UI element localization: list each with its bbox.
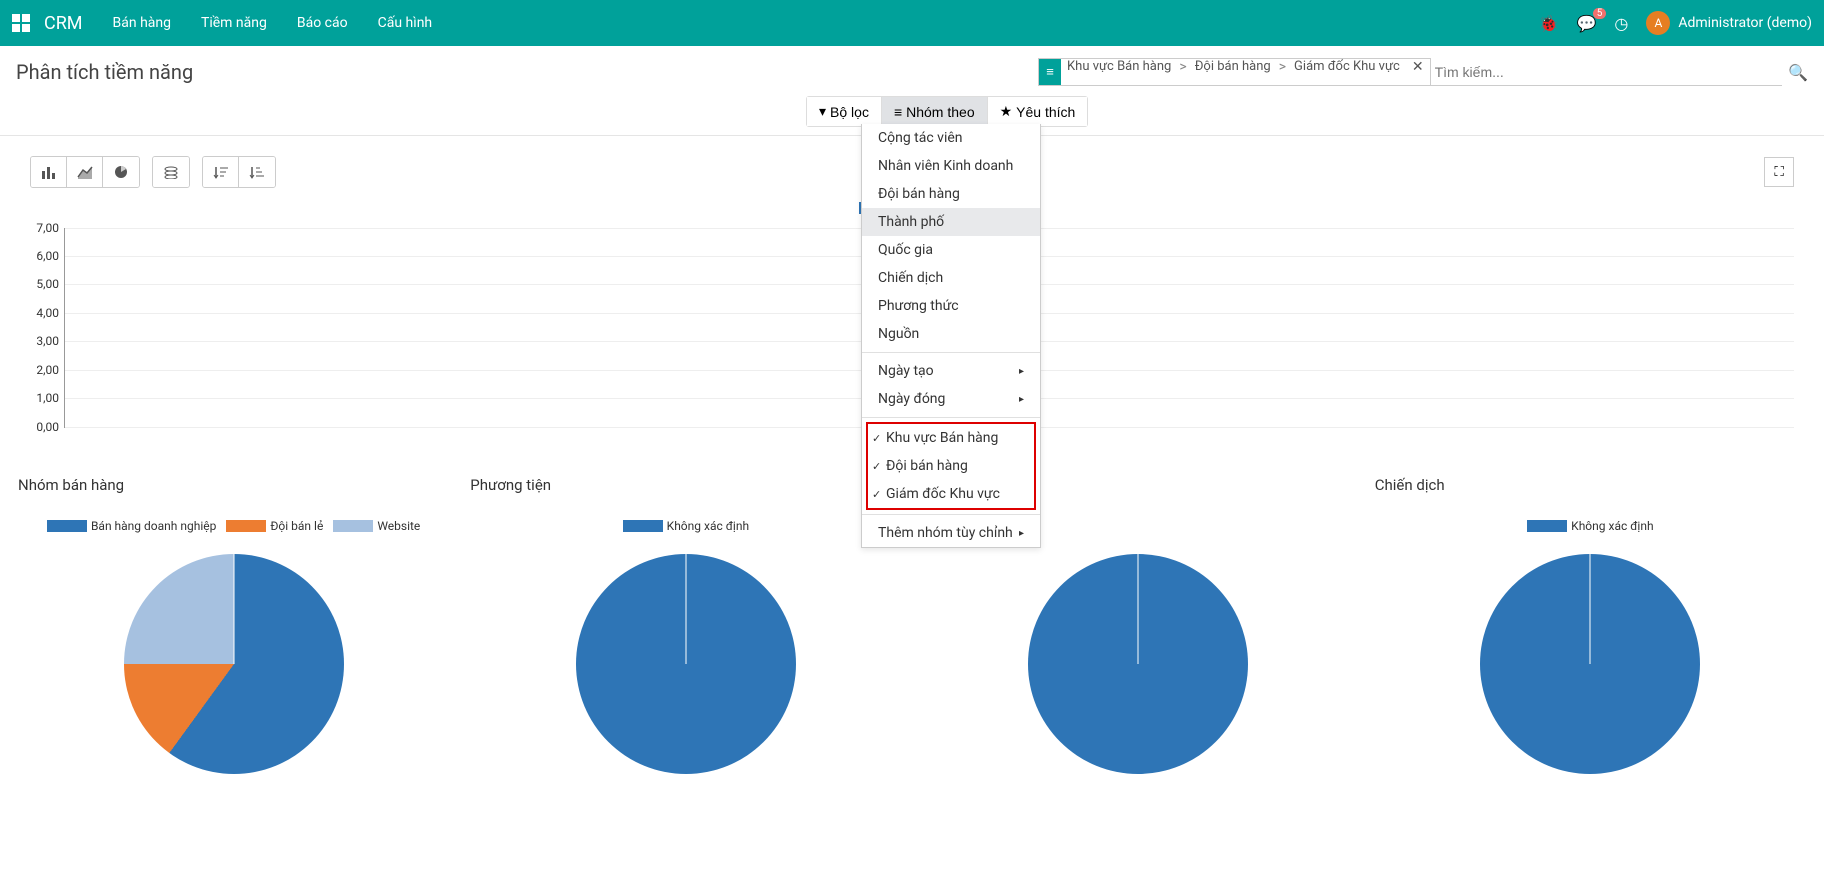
dd-item[interactable]: Nguồn	[862, 320, 1040, 348]
favorites-button[interactable]: ★Yêu thích	[988, 97, 1088, 126]
groupby-icon: ≡	[1039, 59, 1061, 85]
search-input[interactable]	[1431, 58, 1783, 86]
y-tick-label: 7,00	[36, 221, 59, 235]
legend-item[interactable]: Không xác định	[623, 506, 749, 546]
chevron-right-icon: ▸	[1019, 528, 1024, 539]
groupby-button[interactable]: ≡Nhóm theo	[882, 97, 988, 126]
search-facet[interactable]: ≡ Khu vực Bán hàng > Đội bán hàng > Giám…	[1038, 58, 1431, 86]
legend-item[interactable]: Không xác định	[1527, 506, 1653, 546]
dd-item[interactable]: Đội bán hàng	[862, 180, 1040, 208]
dd-item[interactable]: Nhân viên Kinh doanh	[862, 152, 1040, 180]
facet-part: Khu vực Bán hàng	[1061, 59, 1177, 85]
small-chart: Phương tiện Không xác định	[460, 476, 911, 774]
small-chart: Nhóm bán hàng Bán hàng doanh nghiệpĐội bá…	[8, 476, 459, 774]
sort-asc-button[interactable]	[239, 157, 275, 187]
pie-chart[interactable]	[124, 554, 344, 774]
dd-item[interactable]: Quốc gia	[862, 236, 1040, 264]
list-icon: ≡	[894, 104, 902, 120]
y-tick-label: 3,00	[36, 334, 59, 348]
dd-item[interactable]: Phương thức	[862, 292, 1040, 320]
y-tick-label: 4,00	[36, 306, 59, 320]
chevron-right-icon: ▸	[1019, 394, 1024, 405]
apps-icon[interactable]	[12, 14, 30, 32]
dd-item-checked[interactable]: ✓Giám đốc Khu vực	[868, 480, 1034, 508]
dd-item-checked[interactable]: ✓Khu vực Bán hàng	[868, 424, 1034, 452]
facet-part: Giám đốc Khu vực	[1288, 59, 1406, 85]
legend-item[interactable]: Đội bán lẻ	[226, 506, 323, 546]
pie-chart[interactable]	[1480, 554, 1700, 774]
page-title: Phân tích tiềm năng	[16, 60, 193, 84]
control-panel: Phân tích tiềm năng ≡ Khu vực Bán hàng >…	[0, 46, 1824, 136]
dd-item-submenu[interactable]: Ngày đóng▸	[862, 385, 1040, 413]
bar-chart-button[interactable]	[31, 157, 67, 187]
y-tick-label: 2,00	[36, 363, 59, 377]
check-icon: ✓	[872, 432, 881, 445]
brand-label[interactable]: CRM	[44, 13, 83, 34]
clock-icon[interactable]: ◷	[1614, 14, 1628, 33]
small-chart-title: Chiến dịch	[1375, 476, 1806, 494]
sort-desc-button[interactable]	[203, 157, 239, 187]
y-tick-label: 5,00	[36, 277, 59, 291]
dd-item-submenu[interactable]: Ngày tạo▸	[862, 357, 1040, 385]
legend-item[interactable]: Bán hàng doanh nghiệp	[47, 506, 216, 546]
line-chart-button[interactable]	[67, 157, 103, 187]
dd-item[interactable]: Chiến dịch	[862, 264, 1040, 292]
user-menu[interactable]: A Administrator (demo)	[1646, 11, 1812, 35]
nav-item-reports[interactable]: Báo cáo	[297, 15, 348, 31]
avatar: A	[1646, 11, 1670, 35]
small-chart: Chiến dịch Không xác định	[1365, 476, 1816, 774]
dd-item-checked[interactable]: ✓Đội bán hàng	[868, 452, 1034, 480]
groupby-dropdown: Cộng tác viênNhân viên Kinh doanhĐội bán…	[861, 124, 1041, 548]
top-navbar: CRM Bán hàng Tiềm năng Báo cáo Cấu hình …	[0, 0, 1824, 46]
filter-icon: ▾	[819, 103, 826, 120]
legend-item[interactable]: Website	[333, 506, 420, 546]
dd-item[interactable]: Thành phố	[862, 208, 1040, 236]
nav-item-sales[interactable]: Bán hàng	[113, 15, 171, 31]
filters-button[interactable]: ▾Bộ lọc	[807, 97, 882, 126]
y-tick-label: 6,00	[36, 249, 59, 263]
search-icon[interactable]: 🔍	[1788, 63, 1808, 82]
chat-badge: 5	[1593, 8, 1607, 19]
small-chart-title: Nhóm bán hàng	[18, 476, 449, 494]
chat-icon[interactable]: 💬5	[1576, 14, 1596, 33]
y-tick-label: 1,00	[36, 391, 59, 405]
bug-icon[interactable]: 🐞	[1539, 14, 1559, 33]
user-label: Administrator (demo)	[1678, 15, 1812, 31]
check-icon: ✓	[872, 460, 881, 473]
stacked-button[interactable]	[153, 157, 189, 187]
pie-chart[interactable]	[1028, 554, 1248, 774]
dd-add-custom-group[interactable]: Thêm nhóm tùy chỉnh▸	[862, 519, 1040, 547]
pie-chart[interactable]	[576, 554, 796, 774]
facet-part: Đội bán hàng	[1189, 59, 1277, 85]
facet-remove-icon[interactable]: ✕	[1406, 59, 1430, 85]
dd-item[interactable]: Cộng tác viên	[862, 124, 1040, 152]
nav-menu: Bán hàng Tiềm năng Báo cáo Cấu hình	[113, 15, 433, 31]
pie-chart-button[interactable]	[103, 157, 139, 187]
check-icon: ✓	[872, 488, 881, 501]
nav-item-leads[interactable]: Tiềm năng	[201, 15, 267, 31]
y-tick-label: 0,00	[36, 420, 59, 434]
star-icon: ★	[1000, 103, 1013, 120]
small-chart-title: Phương tiện	[470, 476, 901, 494]
nav-item-config[interactable]: Cấu hình	[378, 15, 433, 31]
expand-button[interactable]: ⛶	[1764, 157, 1794, 187]
chevron-right-icon: ▸	[1019, 366, 1024, 377]
